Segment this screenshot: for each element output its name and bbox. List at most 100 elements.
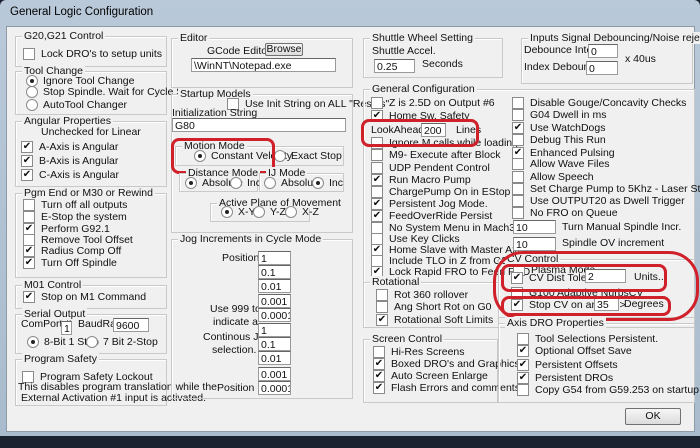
- checkbox-icon[interactable]: ✔: [21, 168, 33, 181]
- baudrate-input[interactable]: 9600: [113, 318, 149, 332]
- browse-button[interactable]: Browse: [265, 43, 303, 56]
- ij-inc-radio[interactable]: Inc: [312, 176, 343, 189]
- gcode-editor-label: GCode Editor: [207, 45, 271, 57]
- radio-icon[interactable]: [312, 176, 324, 189]
- checkbox-icon[interactable]: ✔: [517, 344, 529, 357]
- general-left-checkbox[interactable]: Z is 2.5D on Output #6: [371, 96, 495, 109]
- jog-increment-input[interactable]: 1: [258, 323, 291, 337]
- spindle-ov-label: Spindle OV increment: [562, 237, 665, 249]
- checkbox-icon[interactable]: [23, 198, 35, 211]
- radio-icon[interactable]: [27, 335, 39, 348]
- plane-xy-radio[interactable]: X-Y: [221, 205, 256, 218]
- angular-axis-checkbox[interactable]: ✔ B-Axis is Angular: [21, 154, 118, 167]
- checkbox-icon[interactable]: ✔: [376, 313, 388, 326]
- checkbox-icon[interactable]: [517, 332, 529, 345]
- general-right-checkbox[interactable]: Allow Wave Files: [512, 157, 610, 170]
- comport-input[interactable]: 1: [61, 321, 72, 335]
- checkbox-icon[interactable]: ✔: [23, 256, 35, 269]
- window-title: General Logic Configuration: [10, 6, 154, 18]
- checkbox-icon[interactable]: [512, 194, 524, 207]
- radio-icon[interactable]: [185, 176, 197, 189]
- checkbox-icon[interactable]: ✔: [517, 358, 529, 371]
- checkbox-icon[interactable]: [512, 182, 524, 195]
- serial-7bit-radio[interactable]: 7 Bit 2-Stop: [86, 335, 158, 348]
- tool-change-option[interactable]: AutoTool Changer: [26, 98, 127, 111]
- checkbox-icon[interactable]: ✔: [21, 154, 33, 167]
- axis-dro-checkbox-label: Persistent Offsets: [535, 358, 618, 371]
- lock-dros-checkbox[interactable]: Lock DRO's to setup units: [23, 47, 162, 60]
- checkbox-icon[interactable]: [371, 161, 383, 174]
- jog-increment-input[interactable]: 0.01: [258, 351, 291, 365]
- editor-path-input[interactable]: \WinNT\Notepad.exe: [191, 58, 336, 72]
- debounce-interval-input[interactable]: 0: [588, 44, 618, 58]
- init-string-input[interactable]: G80: [172, 118, 346, 132]
- checkbox-icon[interactable]: ✔: [371, 209, 383, 222]
- rotational-checkbox[interactable]: Ang Short Rot on G0: [376, 300, 491, 313]
- jog-increment-input[interactable]: 0.001: [258, 367, 291, 381]
- jog-increment-input[interactable]: 0.1: [258, 337, 291, 351]
- checkbox-icon[interactable]: ✔: [23, 244, 35, 257]
- checkbox-icon[interactable]: [373, 345, 385, 358]
- checkbox-icon[interactable]: [376, 288, 388, 301]
- checkbox-icon[interactable]: ✔: [512, 121, 524, 134]
- jog-increment-input[interactable]: 0.01: [258, 279, 291, 293]
- index-debounce-input[interactable]: 0: [586, 61, 618, 75]
- pgm-end-checkbox[interactable]: ✔ Turn Off Spindle: [23, 256, 117, 269]
- checkbox-icon[interactable]: ✔: [371, 197, 383, 210]
- plane-xz-radio[interactable]: X-Z: [285, 205, 319, 218]
- axis-dro-checkbox[interactable]: ✔ Optional Offset Save: [517, 344, 632, 357]
- radio-icon[interactable]: [26, 85, 38, 98]
- checkbox-icon[interactable]: [512, 206, 524, 219]
- checkbox-icon[interactable]: [512, 133, 524, 146]
- radio-icon[interactable]: [230, 176, 242, 189]
- checkbox-icon[interactable]: [371, 148, 383, 161]
- rotational-checkbox[interactable]: ✔ Rotational Soft Limits: [376, 313, 493, 326]
- motion-exact-stop-radio[interactable]: Exact Stop: [274, 149, 342, 162]
- checkbox-icon[interactable]: [512, 108, 524, 121]
- shuttle-accel-input[interactable]: 0.25: [374, 59, 415, 73]
- axis-dro-checkbox[interactable]: ✔ Persistent Offsets: [517, 358, 618, 371]
- radio-icon[interactable]: [264, 176, 276, 189]
- spindle-incr-input[interactable]: 10: [513, 220, 556, 234]
- checkbox-icon[interactable]: [512, 157, 524, 170]
- general-right-checkbox[interactable]: G04 Dwell in ms: [512, 108, 606, 121]
- checkbox-icon[interactable]: [376, 300, 388, 313]
- general-right-checkbox[interactable]: No FRO on Queue: [512, 206, 618, 219]
- angular-axis-checkbox[interactable]: ✔ C-Axis is Angular: [21, 168, 119, 181]
- general-right-checkbox-label: G04 Dwell in ms: [530, 108, 607, 121]
- checkbox-icon[interactable]: [23, 47, 35, 60]
- checkbox-icon[interactable]: ✔: [373, 381, 385, 394]
- jog-increment-input[interactable]: 0.001: [258, 294, 291, 308]
- angular-axis-checkbox[interactable]: ✔ A-Axis is Angular: [21, 140, 118, 153]
- checkbox-icon[interactable]: [371, 96, 383, 109]
- checkbox-icon[interactable]: ✔: [517, 371, 529, 384]
- jog-increment-input[interactable]: 0.0001: [258, 308, 291, 322]
- jog-increment-input[interactable]: 1: [258, 251, 291, 265]
- checkbox-icon[interactable]: [512, 96, 524, 109]
- plane-yz-radio[interactable]: Y-Z: [253, 205, 286, 218]
- ok-button[interactable]: OK: [625, 408, 681, 425]
- checkbox-icon[interactable]: ✔: [373, 369, 385, 382]
- general-right-checkbox[interactable]: Debug This Run: [512, 133, 606, 146]
- jog-increment-input[interactable]: 0.1: [258, 265, 291, 279]
- checkbox-icon[interactable]: [512, 170, 524, 183]
- checkbox-icon[interactable]: [517, 383, 529, 396]
- radio-icon[interactable]: [285, 205, 297, 218]
- distance-inc-radio[interactable]: Inc: [230, 176, 261, 189]
- checkbox-icon[interactable]: ✔: [21, 140, 33, 153]
- radio-icon[interactable]: [86, 335, 98, 348]
- jog-increment-input[interactable]: 0.0001: [258, 381, 291, 395]
- checkbox-icon[interactable]: ✔: [371, 173, 383, 186]
- axis-dro-checkbox[interactable]: Copy G54 from G59.253 on startup: [517, 383, 699, 396]
- checkbox-icon[interactable]: ✔: [23, 290, 35, 303]
- spindle-ov-input[interactable]: 10: [513, 237, 556, 251]
- radio-icon[interactable]: [26, 98, 38, 111]
- checkbox-icon[interactable]: ✔: [373, 357, 385, 370]
- general-left-checkbox[interactable]: M9- Execute after Block: [371, 148, 500, 161]
- checkbox-icon[interactable]: [371, 185, 383, 198]
- radio-icon[interactable]: [253, 205, 265, 218]
- checkbox-icon[interactable]: [23, 210, 35, 223]
- radio-icon[interactable]: [274, 149, 286, 162]
- radio-icon[interactable]: [221, 205, 233, 218]
- stop-m1-checkbox[interactable]: ✔ Stop on M1 Command: [23, 290, 146, 303]
